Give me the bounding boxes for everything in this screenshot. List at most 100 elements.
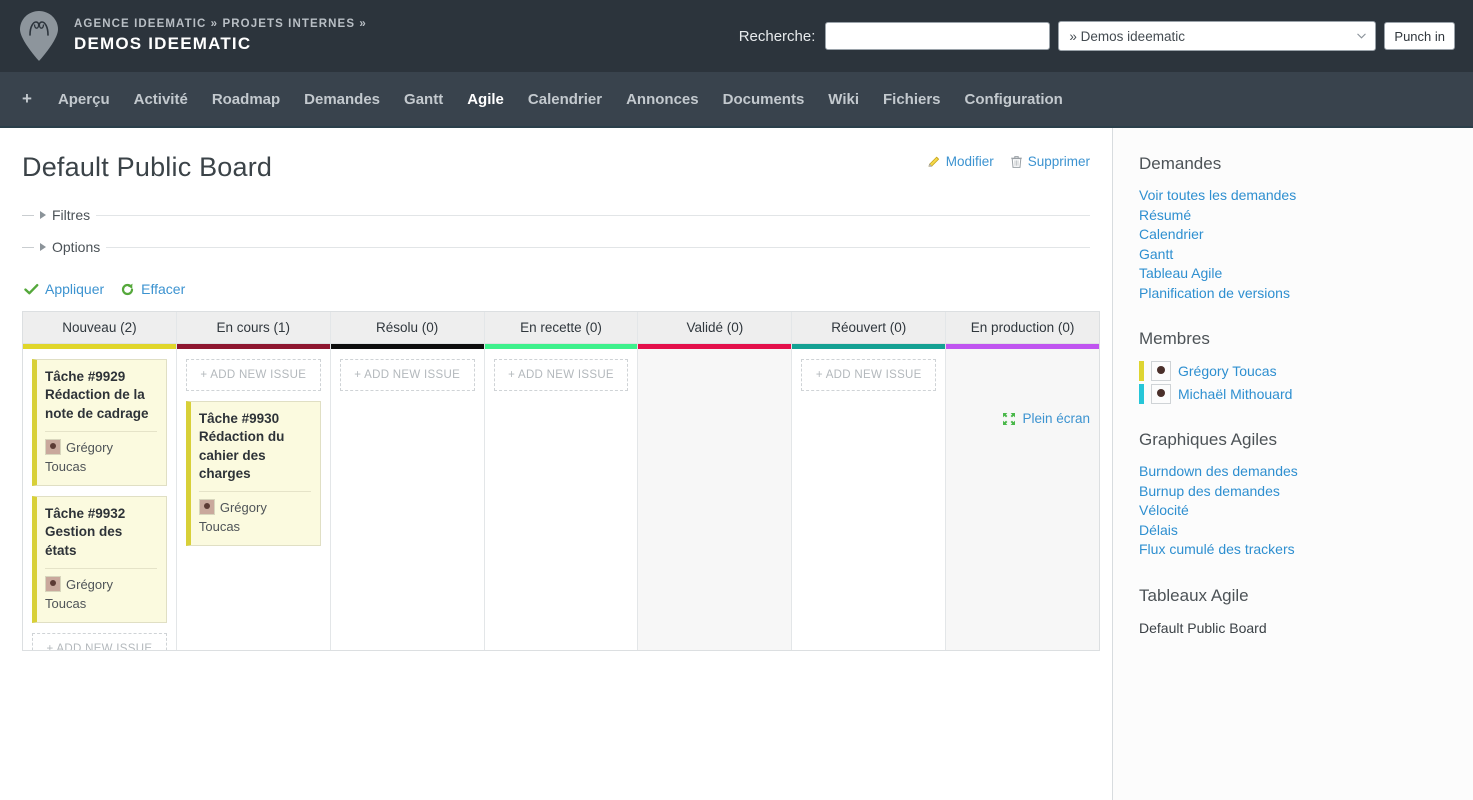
column-header: En production (0) — [946, 312, 1100, 344]
sidebar-link[interactable]: Délais — [1139, 521, 1473, 541]
member-row: Michaël Mithouard — [1139, 384, 1473, 404]
issue-card[interactable]: Tâche #9932 Gestion des états Grégory Tou… — [32, 495, 167, 623]
sidebar-link[interactable]: Burnup des demandes — [1139, 482, 1473, 502]
nav-item-apercu[interactable]: Aperçu — [46, 91, 122, 108]
agile-board: Nouveau (2) Tâche #9929 Rédaction de la n… — [22, 311, 1100, 651]
avatar — [45, 576, 61, 593]
sidebar-heading: Tableaux Agile — [1139, 585, 1249, 605]
sidebar-link[interactable]: Voir toutes les demandes — [1139, 186, 1473, 206]
issue-card[interactable]: Tâche #9929 Rédaction de la note de cadr… — [32, 359, 167, 486]
avatar — [1151, 384, 1171, 404]
breadcrumb: AGENCE IDEEMATIC » PROJETS INTERNES » — [74, 17, 367, 30]
nav-add-button[interactable]: + — [18, 89, 46, 109]
issue-subject: Rédaction de la note de cadrage — [45, 387, 149, 421]
sidebar-link[interactable]: Résumé — [1139, 206, 1473, 226]
board-column: En recette (0) + ADD NEW ISSUE — [484, 312, 639, 650]
column-header: Réouvert (0) — [792, 312, 946, 344]
add-new-issue-button[interactable]: + ADD NEW ISSUE — [32, 632, 167, 650]
nav-item-agile[interactable]: Agile — [455, 91, 516, 108]
issue-id[interactable]: Tâche #9932 — [45, 506, 125, 521]
punch-in-button[interactable]: Punch in — [1384, 22, 1455, 50]
filters-rule — [96, 214, 1090, 216]
add-new-issue-button[interactable]: + ADD NEW ISSUE — [493, 359, 629, 391]
sidebar-link[interactable]: Calendrier — [1139, 225, 1473, 245]
nav-item-wiki[interactable]: Wiki — [816, 91, 871, 108]
nav-item-fichiers[interactable]: Fichiers — [871, 91, 953, 108]
board-column: En cours (1) + ADD NEW ISSUE Tâche #9930 R… — [176, 312, 331, 650]
nav-item-gantt[interactable]: Gantt — [392, 91, 455, 108]
filters-toggle[interactable]: Filtres — [22, 207, 1090, 223]
add-new-issue-button[interactable]: + ADD NEW ISSUE — [185, 359, 321, 391]
issue-card-title: Tâche #9930 Rédaction du cahier des char… — [199, 410, 311, 483]
delete-board-link[interactable]: Supprimer — [1028, 154, 1090, 169]
main-content: Modifier Supprimer Default Public Board … — [0, 128, 1112, 800]
board-column: Résolu (0) + ADD NEW ISSUE — [330, 312, 485, 650]
nav-item-annonces[interactable]: Annonces — [614, 91, 711, 108]
add-new-issue-button[interactable]: + ADD NEW ISSUE — [801, 359, 937, 391]
fullscreen-action[interactable]: Plein écran — [1002, 411, 1090, 426]
nav-item-configuration[interactable]: Configuration — [953, 91, 1075, 108]
sidebar-heading: Graphiques Agiles — [1139, 430, 1277, 449]
delete-board-action[interactable]: Supprimer — [1010, 154, 1090, 169]
avatar — [45, 439, 61, 456]
column-body[interactable]: + ADD NEW ISSUE Tâche #9930 Rédaction du … — [177, 349, 330, 650]
member-name[interactable]: Michaël Mithouard — [1178, 386, 1292, 402]
issue-id[interactable]: Tâche #9930 — [199, 411, 279, 426]
column-header: En recette (0) — [484, 312, 638, 344]
board-column: Validé (0) — [638, 312, 793, 650]
nav-item-documents[interactable]: Documents — [711, 91, 817, 108]
options-rule — [106, 246, 1090, 248]
avatar — [198, 499, 215, 516]
column-body[interactable]: + ADD NEW ISSUE — [331, 349, 484, 650]
search-input[interactable] — [825, 22, 1051, 50]
member-color-bar — [1139, 384, 1144, 404]
issue-id[interactable]: Tâche #9929 — [45, 369, 125, 384]
nav-item-calendrier[interactable]: Calendrier — [516, 91, 614, 108]
chevron-down-icon — [1357, 33, 1367, 39]
issue-card[interactable]: Tâche #9930 Rédaction du cahier des char… — [185, 401, 321, 547]
triangle-right-icon — [40, 211, 46, 219]
issue-assignee: Grégory Toucas — [45, 568, 157, 613]
edit-board-action[interactable]: Modifier — [927, 154, 994, 169]
sidebar-heading: Demandes — [1139, 154, 1222, 173]
project-select-value: » Demos ideematic — [1069, 28, 1185, 44]
sidebar-link[interactable]: Tableau Agile — [1139, 264, 1473, 284]
add-new-issue-button[interactable]: + ADD NEW ISSUE — [339, 359, 475, 391]
board-actions: Modifier Supprimer — [927, 154, 1090, 169]
filter-actions: Appliquer Effacer — [24, 281, 1090, 297]
brand-block[interactable]: AGENCE IDEEMATIC » PROJETS INTERNES » DE… — [18, 10, 367, 62]
column-header: Nouveau (2) — [23, 312, 176, 344]
sidebar: Demandes Voir toutes les demandes Résumé Ca… — [1112, 128, 1473, 800]
sidebar-group: Tableaux Agile Default Public Board — [1139, 586, 1473, 638]
nav-item-roadmap[interactable]: Roadmap — [200, 91, 292, 108]
triangle-right-icon — [40, 243, 46, 251]
map-pin-logo-icon — [18, 10, 60, 62]
page-body: Modifier Supprimer Default Public Board … — [0, 128, 1473, 800]
nav-item-activite[interactable]: Activité — [122, 91, 200, 108]
edit-board-link[interactable]: Modifier — [946, 154, 994, 169]
check-icon — [24, 283, 39, 294]
project-title: DEMOS IDEEMATIC — [74, 33, 252, 53]
clear-action[interactable]: Effacer — [120, 281, 185, 297]
project-select[interactable]: » Demos ideematic — [1058, 21, 1377, 51]
member-name[interactable]: Grégory Toucas — [1178, 363, 1277, 379]
sidebar-link[interactable]: Burndown des demandes — [1139, 462, 1473, 482]
sidebar-link[interactable]: Planification de versions — [1139, 284, 1473, 304]
column-body[interactable]: + ADD NEW ISSUE — [792, 349, 945, 650]
clear-link[interactable]: Effacer — [141, 281, 185, 297]
apply-link[interactable]: Appliquer — [45, 281, 104, 297]
column-body[interactable]: + ADD NEW ISSUE — [485, 349, 638, 650]
issue-assignee: Grégory Toucas — [45, 431, 157, 476]
apply-action[interactable]: Appliquer — [24, 281, 104, 297]
column-body[interactable] — [638, 349, 791, 650]
sidebar-link[interactable]: Gantt — [1139, 245, 1473, 265]
column-header: Validé (0) — [638, 312, 792, 344]
nav-item-demandes[interactable]: Demandes — [292, 91, 392, 108]
options-toggle[interactable]: Options — [22, 239, 1090, 255]
fullscreen-link[interactable]: Plein écran — [1022, 411, 1090, 426]
column-body[interactable]: Tâche #9929 Rédaction de la note de cadr… — [23, 349, 176, 650]
column-body[interactable] — [946, 349, 1099, 650]
sidebar-link[interactable]: Flux cumulé des trackers — [1139, 540, 1473, 560]
sidebar-link[interactable]: Vélocité — [1139, 501, 1473, 521]
sidebar-group: Demandes Voir toutes les demandes Résumé Ca… — [1139, 154, 1473, 303]
